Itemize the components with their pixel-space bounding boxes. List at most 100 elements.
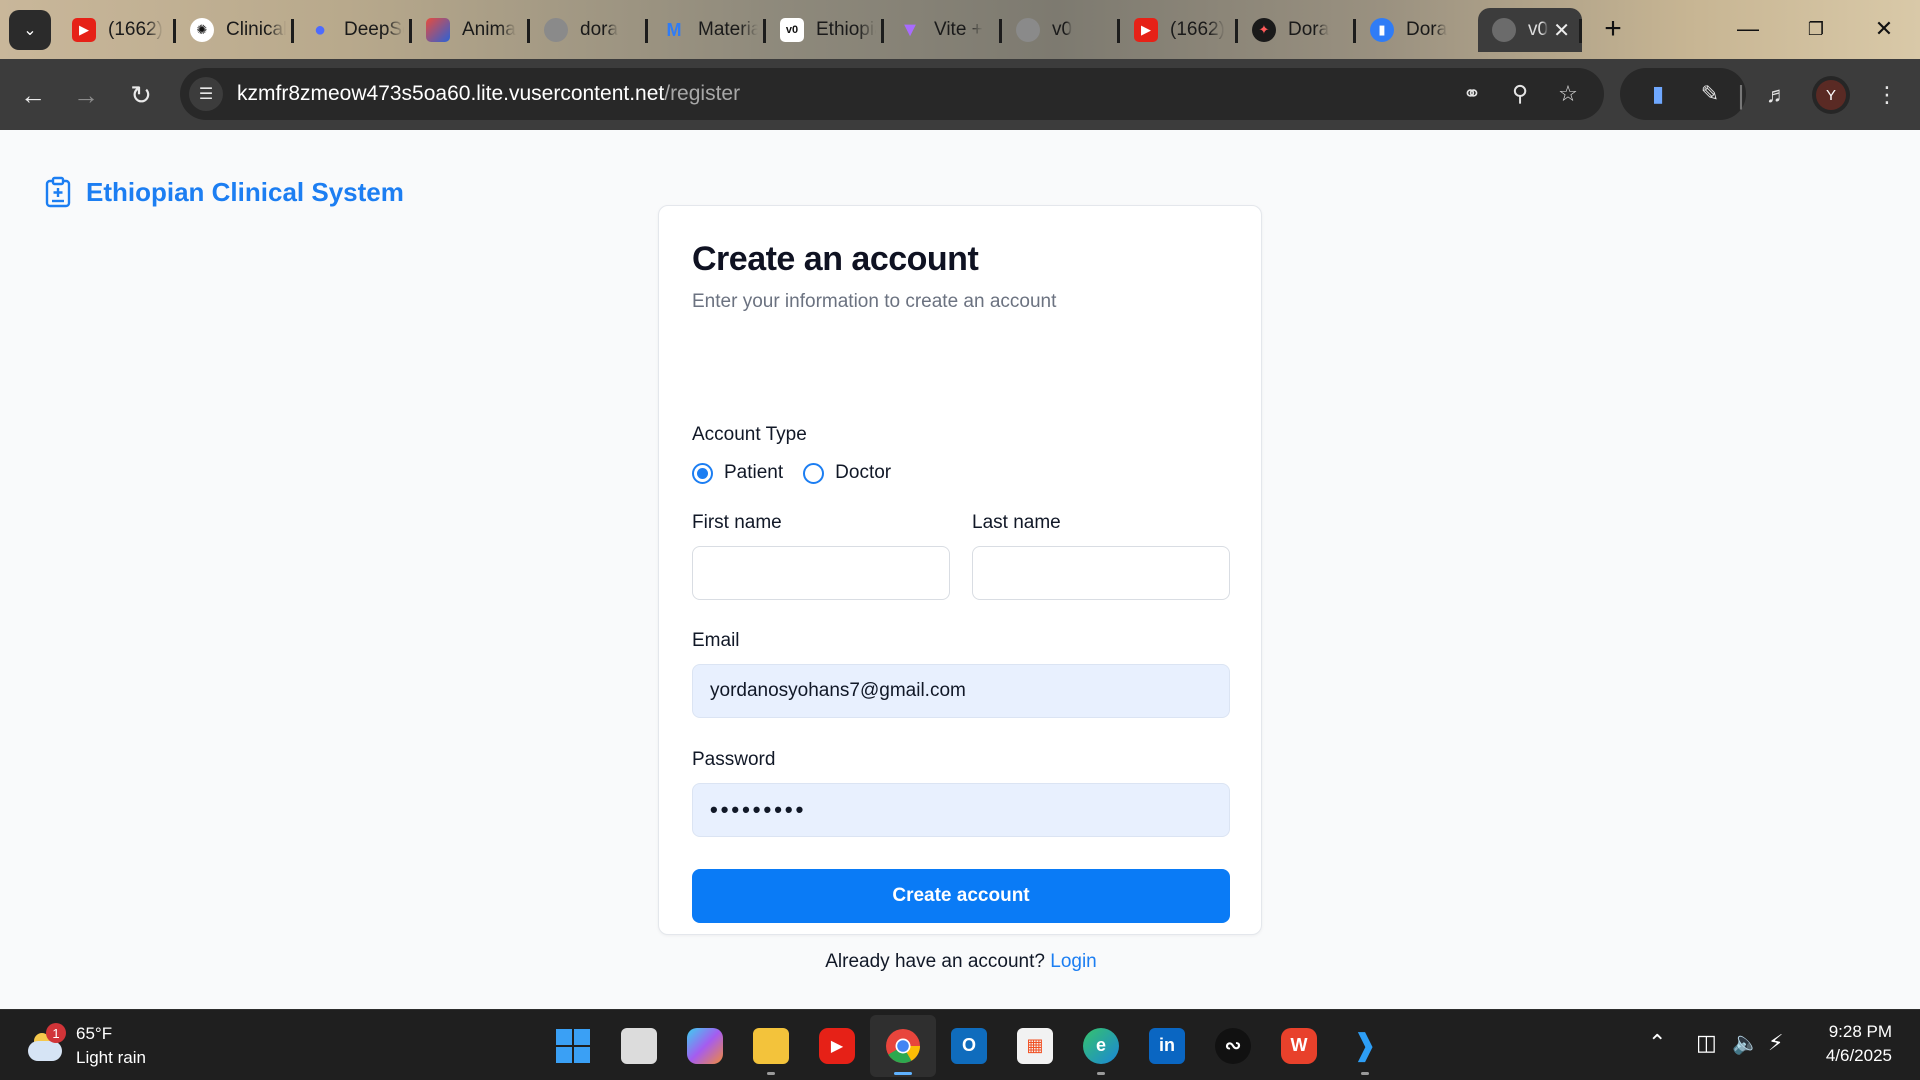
weather-widget[interactable]: 1 65°F Light rain: [26, 1022, 146, 1070]
tab-title: (1662): [1170, 19, 1225, 40]
taskbar-outlook[interactable]: O: [936, 1015, 1002, 1077]
taskbar-vscode[interactable]: ❱: [1332, 1015, 1398, 1077]
browser-tab[interactable]: dora: [530, 8, 648, 52]
first-name-input[interactable]: [692, 546, 950, 600]
last-name-input[interactable]: [972, 546, 1230, 600]
puzzle-icon[interactable]: ✎: [1694, 78, 1726, 110]
deepseek-icon: ●: [313, 18, 327, 41]
media-controls-icon[interactable]: ♬: [1760, 78, 1794, 112]
brand-link[interactable]: Ethiopian Clinical System: [42, 176, 404, 208]
reload-icon: ↻: [130, 79, 152, 110]
url-path: /register: [664, 82, 741, 105]
page-title: Create an account: [692, 240, 979, 278]
tab-title: Material: [698, 19, 758, 40]
dora-blue-icon: ▮: [1370, 18, 1394, 42]
browser-tab[interactable]: ✺ Clinical: [176, 8, 294, 52]
edge-icon: e: [1083, 1027, 1119, 1064]
taskbar-youtube[interactable]: ▶: [804, 1015, 870, 1077]
tab-title: v0: [1528, 19, 1548, 40]
close-icon: ✕: [1874, 16, 1894, 41]
browser-tab-active[interactable]: v0 ✕: [1478, 8, 1582, 52]
youtube-icon: ▶: [1134, 18, 1158, 42]
tab-search-button[interactable]: ⌄: [9, 10, 51, 50]
register-card: Create an account Enter your information…: [658, 205, 1262, 972]
outlook-icon: O: [951, 1027, 987, 1064]
taskbar-file-explorer[interactable]: [738, 1015, 804, 1077]
browser-tab[interactable]: ▶ (1662): [58, 8, 176, 52]
taskbar-chrome[interactable]: [870, 1014, 936, 1077]
weather-description: Light rain: [76, 1048, 146, 1067]
plus-icon: +: [1604, 12, 1622, 45]
radio-patient[interactable]: Patient: [692, 462, 783, 484]
extension-icon[interactable]: ▮: [1642, 78, 1674, 110]
close-tab-icon[interactable]: ✕: [1553, 18, 1570, 43]
create-account-button[interactable]: Create account: [692, 869, 1230, 923]
anima-icon: [426, 18, 450, 42]
radio-checked-icon[interactable]: [692, 462, 713, 484]
address-bar[interactable]: ☰ kzmfr8zmeow473s5oa60.lite.vusercontent…: [180, 68, 1604, 120]
reload-button[interactable]: ↻: [124, 78, 158, 112]
chevron-down-icon: ⌄: [23, 22, 37, 39]
start-button[interactable]: [540, 1015, 606, 1077]
chatgpt-icon: ✺: [190, 18, 214, 42]
tab-title: Clinical: [226, 19, 286, 40]
taskbar-task-view[interactable]: [606, 1015, 672, 1077]
browser-tab[interactable]: M Material: [648, 8, 766, 52]
url-host: kzmfr8zmeow473s5oa60.lite.vusercontent.n…: [237, 82, 665, 105]
taskbar-wps[interactable]: W: [1266, 1015, 1332, 1077]
login-link[interactable]: Login: [1050, 951, 1097, 972]
profile-avatar[interactable]: Y: [1816, 80, 1846, 110]
brand-name: Ethiopian Clinical System: [86, 176, 404, 207]
radio-unchecked-icon[interactable]: [803, 462, 825, 484]
new-tab-button[interactable]: +: [1596, 12, 1630, 46]
first-name-label: First name: [692, 512, 782, 533]
weather-rain-icon: 1: [26, 1023, 66, 1065]
windows-taskbar: 1 65°F Light rain ▶ O ▦ e in ∾ W ❱ ⌃ ◫ 🔈…: [0, 1009, 1920, 1080]
password-label: Password: [692, 749, 776, 770]
taskbar-copilot[interactable]: [672, 1015, 738, 1077]
system-clock[interactable]: 9:28 PM 4/6/2025: [1802, 1020, 1892, 1068]
password-input[interactable]: •••••••••: [692, 783, 1230, 837]
browser-tab[interactable]: v0 Ethiopian: [766, 8, 884, 52]
broadcast-icon: ∾: [1215, 1027, 1251, 1064]
close-window-button[interactable]: ✕: [1864, 12, 1904, 46]
zoom-icon[interactable]: ⚲: [1504, 78, 1536, 110]
chrome-icon: [886, 1028, 920, 1063]
minimize-button[interactable]: —: [1728, 12, 1768, 46]
battery-icon[interactable]: ⚡: [1768, 1030, 1783, 1056]
bookmark-star-icon[interactable]: ☆: [1552, 78, 1584, 110]
password-key-icon[interactable]: ⚭: [1456, 78, 1488, 110]
clock-time: 9:28 PM: [1828, 1022, 1892, 1041]
last-name-label: Last name: [972, 512, 1061, 533]
browser-tab[interactable]: ▮ Dora: [1356, 8, 1474, 52]
menu-kebab-icon[interactable]: ⋮: [1870, 78, 1904, 112]
tab-title: v0: [1052, 19, 1073, 40]
taskbar-podcast[interactable]: ∾: [1200, 1015, 1266, 1077]
browser-tab[interactable]: ✦ Dora: [1238, 8, 1356, 52]
restore-button[interactable]: ❐: [1796, 12, 1836, 46]
tab-title: Dora: [1288, 19, 1330, 40]
taskbar-linkedin[interactable]: in: [1134, 1015, 1200, 1077]
browser-tab[interactable]: ▼ Vite +: [884, 8, 1002, 52]
clipboard-medical-icon: [45, 176, 71, 208]
network-icon[interactable]: ◫: [1696, 1030, 1717, 1056]
tab-title: (1662): [108, 19, 163, 40]
tray-overflow-chevron-icon[interactable]: ⌃: [1648, 1030, 1666, 1056]
forward-button[interactable]: →: [69, 78, 103, 112]
toolbar-divider: |: [1737, 79, 1745, 110]
browser-tab[interactable]: v0: [1002, 8, 1120, 52]
taskbar-edge[interactable]: e: [1068, 1015, 1134, 1077]
browser-tab[interactable]: ▶ (1662): [1120, 8, 1238, 52]
browser-tab[interactable]: ● DeepSeek: [294, 8, 412, 52]
browser-tab[interactable]: Anima: [412, 8, 530, 52]
radio-doctor[interactable]: Doctor: [803, 462, 891, 484]
page-content: Ethiopian Clinical System Create an acco…: [0, 130, 1920, 1009]
copilot-icon: [687, 1027, 723, 1064]
volume-icon[interactable]: 🔈: [1732, 1030, 1759, 1056]
tab-title: DeepSeek: [344, 19, 404, 40]
email-input[interactable]: yordanosyohans7@gmail.com: [692, 664, 1230, 718]
taskbar-store[interactable]: ▦: [1002, 1015, 1068, 1077]
back-button[interactable]: ←: [16, 78, 50, 112]
globe-icon: [544, 18, 568, 42]
site-info-icon[interactable]: ☰: [189, 77, 223, 111]
